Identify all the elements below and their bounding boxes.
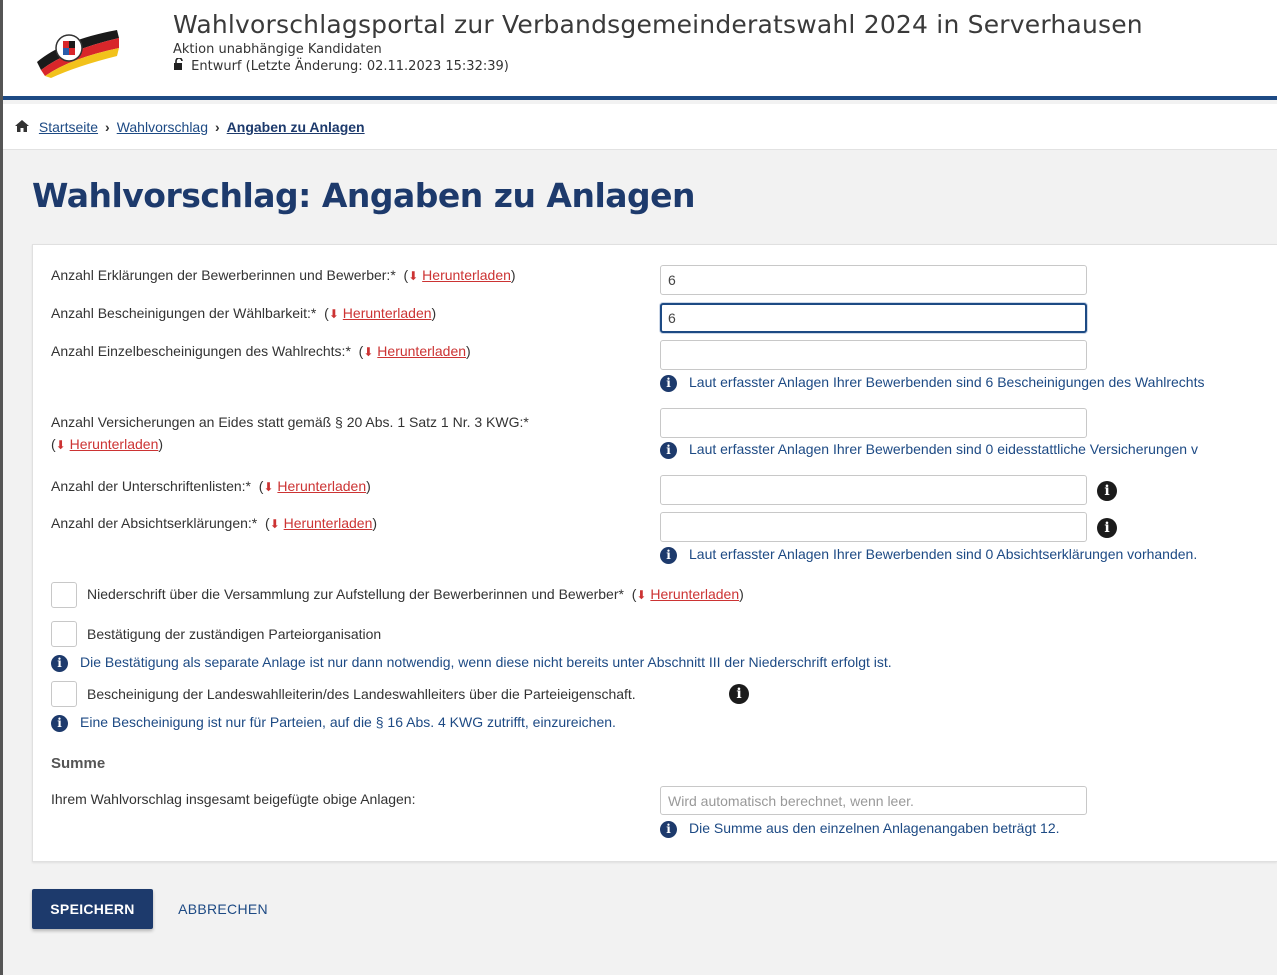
input-bescheinigungen[interactable]: 6	[660, 303, 1087, 333]
download-link-versicherungen[interactable]: Herunterladen	[70, 436, 159, 452]
download-link-bescheinigungen[interactable]: Herunterladen	[343, 305, 432, 321]
checkbox-landeswahlleiter[interactable]	[51, 681, 77, 707]
info-icon[interactable]: i	[729, 684, 749, 704]
draft-status-text: Entwurf (Letzte Änderung: 02.11.2023 15:…	[191, 59, 509, 74]
breadcrumb: Startseite › Wahlvorschlag › Angaben zu Anla…	[15, 119, 365, 135]
input-versicherungen[interactable]	[660, 408, 1087, 438]
info-icon: i	[660, 441, 677, 459]
chevron-right-icon: ›	[105, 119, 110, 135]
label-einzelbescheinigungen: Anzahl Einzelbescheinigungen des Wahlrec…	[51, 343, 471, 359]
page-title: Wahlvorschlag: Angaben zu Anlagen	[32, 176, 696, 215]
info-icon[interactable]: i	[1097, 481, 1117, 501]
cancel-button[interactable]: ABBRECHEN	[170, 889, 276, 929]
info-icon: i	[51, 714, 68, 732]
label-landeswahlleiter: Bescheinigung der Landeswahlleiterin/des…	[87, 686, 636, 702]
home-icon	[15, 119, 33, 135]
checkbox-niederschrift[interactable]	[51, 582, 77, 608]
save-button[interactable]: SPEICHERN	[32, 889, 153, 929]
label-versicherungen: Anzahl Versicherungen an Eides statt gem…	[51, 414, 529, 452]
breadcrumb-current: Angaben zu Anlagen	[226, 119, 365, 135]
checkbox-bestaetigung[interactable]	[51, 621, 77, 647]
breadcrumb-bar: Startseite › Wahlvorschlag › Angaben zu Anla…	[3, 104, 1277, 150]
action-subtitle: Aktion unabhängige Kandidaten	[173, 42, 382, 57]
download-icon: ⬇	[263, 480, 274, 494]
label-absichtserklaerungen: Anzahl der Absichtserklärungen:* (⬇ Heru…	[51, 515, 378, 531]
label-bestaetigung: Bestätigung der zuständigen Parteiorgani…	[87, 626, 382, 642]
hint-einzelbescheinigungen: i Laut erfasster Anlagen Ihrer Bewerbende…	[660, 374, 1204, 392]
info-icon: i	[660, 546, 677, 564]
anlagen-form: Anzahl Erklärungen der Bewerberinnen und…	[32, 244, 1277, 862]
breadcrumb-wahlvorschlag[interactable]: Wahlvorschlag	[117, 119, 208, 135]
chevron-right-icon: ›	[215, 119, 220, 135]
info-icon: i	[51, 654, 68, 672]
rlp-flag-logo	[37, 30, 119, 78]
info-icon: i	[660, 374, 677, 392]
summe-heading: Summe	[51, 755, 106, 772]
draft-status: Entwurf (Letzte Änderung: 02.11.2023 15:…	[173, 57, 509, 75]
download-icon: ⬇	[328, 307, 339, 321]
info-icon[interactable]: i	[1097, 518, 1117, 538]
download-link-einzelbescheinigungen[interactable]: Herunterladen	[377, 343, 466, 359]
download-icon: ⬇	[269, 517, 280, 531]
app-title: Wahlvorschlagsportal zur Verbandsgemeind…	[173, 10, 1143, 39]
hint-summe: i Die Summe aus den einzelnen Anlagenanga…	[660, 820, 1060, 838]
label-erklaerungen: Anzahl Erklärungen der Bewerberinnen und…	[51, 267, 516, 283]
hint-landeswahlleiter: i Eine Bescheinigung ist nur für Parteien…	[51, 714, 616, 732]
label-summe: Ihrem Wahlvorschlag insgesamt beigefügte…	[51, 791, 416, 807]
app-header: Wahlvorschlagsportal zur Verbandsgemeind…	[3, 0, 1277, 100]
app-subtitle-block: Aktion unabhängige Kandidaten Entwurf (L…	[173, 42, 509, 75]
input-unterschriftenlisten[interactable]	[660, 475, 1087, 505]
input-erklaerungen[interactable]: 6	[660, 265, 1087, 295]
download-icon: ⬇	[55, 438, 66, 452]
download-link-absichtserklaerungen[interactable]: Herunterladen	[284, 515, 373, 531]
download-icon: ⬇	[636, 588, 647, 602]
download-icon: ⬇	[408, 269, 419, 283]
hint-absichtserklaerungen: i Laut erfasster Anlagen Ihrer Bewerbende…	[660, 546, 1197, 564]
input-absichtserklaerungen[interactable]	[660, 512, 1087, 542]
label-unterschriftenlisten: Anzahl der Unterschriftenlisten:* (⬇ Her…	[51, 478, 371, 494]
input-einzelbescheinigungen[interactable]	[660, 340, 1087, 370]
breadcrumb-startseite[interactable]: Startseite	[39, 119, 98, 135]
download-link-unterschriftenlisten[interactable]: Herunterladen	[277, 478, 366, 494]
hint-bestaetigung: i Die Bestätigung als separate Anlage ist…	[51, 654, 892, 672]
input-summe[interactable]: Wird automatisch berechnet, wenn leer.	[660, 786, 1087, 815]
label-niederschrift: Niederschrift über die Versammlung zur A…	[87, 586, 744, 602]
download-link-erklaerungen[interactable]: Herunterladen	[422, 267, 511, 283]
unlock-icon	[173, 57, 187, 75]
hint-versicherungen: i Laut erfasster Anlagen Ihrer Bewerbende…	[660, 441, 1198, 459]
download-icon: ⬇	[363, 345, 374, 359]
info-icon: i	[660, 820, 677, 838]
label-bescheinigungen: Anzahl Bescheinigungen der Wählbarkeit:*…	[51, 305, 437, 321]
download-link-niederschrift[interactable]: Herunterladen	[650, 586, 739, 602]
